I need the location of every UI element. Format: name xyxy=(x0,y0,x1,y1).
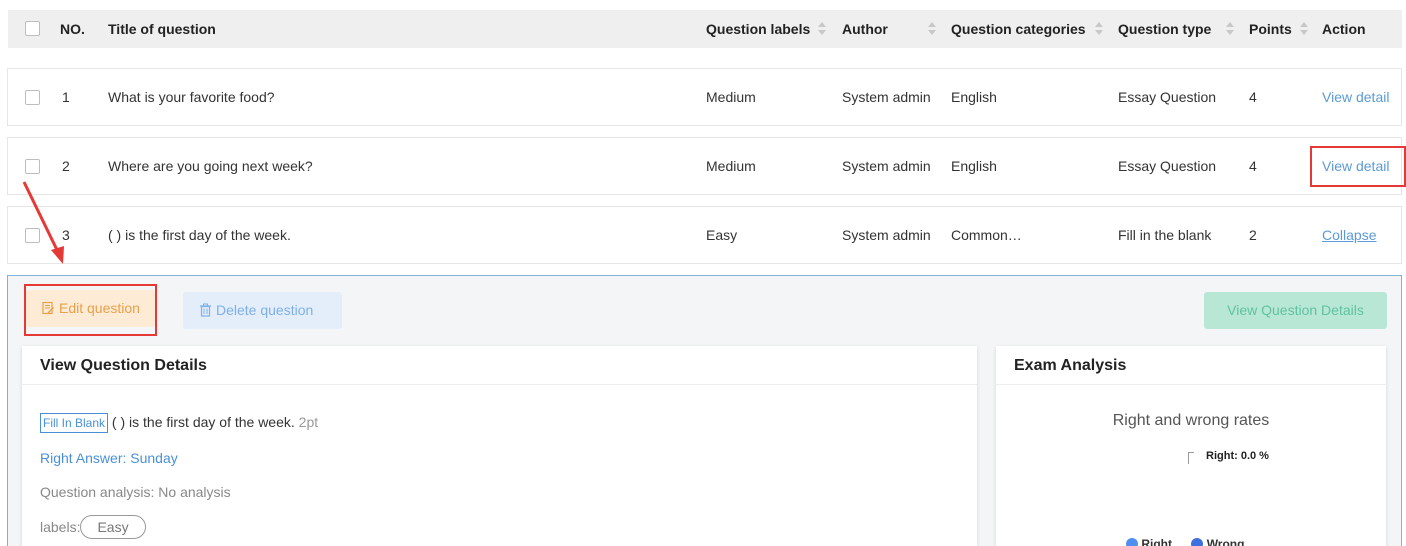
row-title: What is your favorite food? xyxy=(108,89,275,105)
view-detail-link[interactable]: View detail xyxy=(1322,69,1389,125)
sort-author-icon[interactable] xyxy=(928,22,936,36)
row-category: English xyxy=(951,158,997,174)
table-row: 2 Where are you going next week? Medium … xyxy=(7,137,1402,195)
collapse-link[interactable]: Collapse xyxy=(1322,207,1376,263)
sort-points-icon[interactable] xyxy=(1300,22,1308,36)
chart-title: Right and wrong rates xyxy=(1112,412,1270,429)
sort-categories-icon[interactable] xyxy=(1095,22,1103,36)
table-row: 1 What is your favorite food? Medium Sys… xyxy=(7,68,1402,126)
highlight-box xyxy=(1310,146,1406,187)
labels-prefix: labels: xyxy=(40,519,81,535)
question-details-card: View Question Details Fill In Blank ( ) … xyxy=(22,346,977,546)
row-title: Where are you going next week? xyxy=(108,158,313,174)
analysis-card-title: Exam Analysis xyxy=(996,346,1386,385)
table-header: NO. Title of question Question labels Au… xyxy=(8,10,1402,48)
legend-right-label[interactable]: Right xyxy=(1141,537,1172,546)
highlight-box xyxy=(24,284,157,336)
row-checkbox[interactable] xyxy=(25,159,40,174)
row-label: Medium xyxy=(706,89,756,105)
header-type[interactable]: Question type xyxy=(1118,10,1211,48)
legend-right-dot xyxy=(1126,537,1138,546)
question-line: Fill In Blank ( ) is the first day of th… xyxy=(40,413,318,433)
header-labels[interactable]: Question labels xyxy=(706,10,810,48)
header-categories[interactable]: Question categories xyxy=(951,10,1086,48)
delete-question-label: Delete question xyxy=(216,302,314,318)
right-answer: Right Answer: Sunday xyxy=(40,450,178,466)
details-card-title: View Question Details xyxy=(22,346,977,385)
row-label: Medium xyxy=(706,158,756,174)
row-author: System admin xyxy=(842,89,931,105)
sort-type-icon[interactable] xyxy=(1226,22,1234,36)
row-title: ( ) is the first day of the week. xyxy=(108,227,291,243)
header-author[interactable]: Author xyxy=(842,10,888,48)
annotation-arrow xyxy=(22,181,64,264)
row-category: English xyxy=(951,89,997,105)
sort-labels-icon[interactable] xyxy=(818,22,826,36)
row-author: System admin xyxy=(842,158,931,174)
labels-row: labels: Easy xyxy=(40,515,146,539)
question-text: ( ) is the first day of the week. xyxy=(111,414,295,430)
header-title: Title of question xyxy=(108,21,216,37)
row-type: Essay Question xyxy=(1118,158,1217,174)
row-points: 4 xyxy=(1249,158,1257,174)
row-points: 4 xyxy=(1249,89,1257,105)
row-type: Fill in the blank xyxy=(1118,227,1212,243)
question-points: 2pt xyxy=(298,414,319,430)
row-category: Common… xyxy=(951,227,1022,243)
exam-analysis-card: Exam Analysis Right and wrong rates Righ… xyxy=(996,346,1386,546)
header-no: NO. xyxy=(60,21,85,37)
question-analysis: Question analysis: No analysis xyxy=(40,484,231,500)
question-type-tag: Fill In Blank xyxy=(40,413,109,433)
header-action: Action xyxy=(1322,21,1366,37)
delete-question-button[interactable]: Delete question xyxy=(183,292,342,329)
row-label: Easy xyxy=(706,227,738,243)
chart-tooltip: Right: 0.0 % xyxy=(1206,450,1269,462)
view-question-details-button[interactable]: View Question Details xyxy=(1204,292,1387,329)
select-all-checkbox[interactable] xyxy=(25,21,40,36)
chart-legend: Right Wrong xyxy=(1126,536,1244,546)
legend-wrong-dot xyxy=(1191,537,1204,546)
row-points: 2 xyxy=(1249,227,1257,243)
header-points[interactable]: Points xyxy=(1249,10,1292,48)
legend-wrong-label[interactable]: Wrong xyxy=(1207,537,1245,546)
label-pill: Easy xyxy=(80,515,146,539)
trash-icon xyxy=(200,303,211,317)
row-no: 1 xyxy=(62,89,70,105)
row-type: Essay Question xyxy=(1118,89,1217,105)
row-author: System admin xyxy=(842,227,931,243)
tooltip-marker xyxy=(1188,452,1194,464)
table-row: 3 ( ) is the first day of the week. Easy… xyxy=(7,206,1402,264)
row-checkbox[interactable] xyxy=(25,90,40,105)
